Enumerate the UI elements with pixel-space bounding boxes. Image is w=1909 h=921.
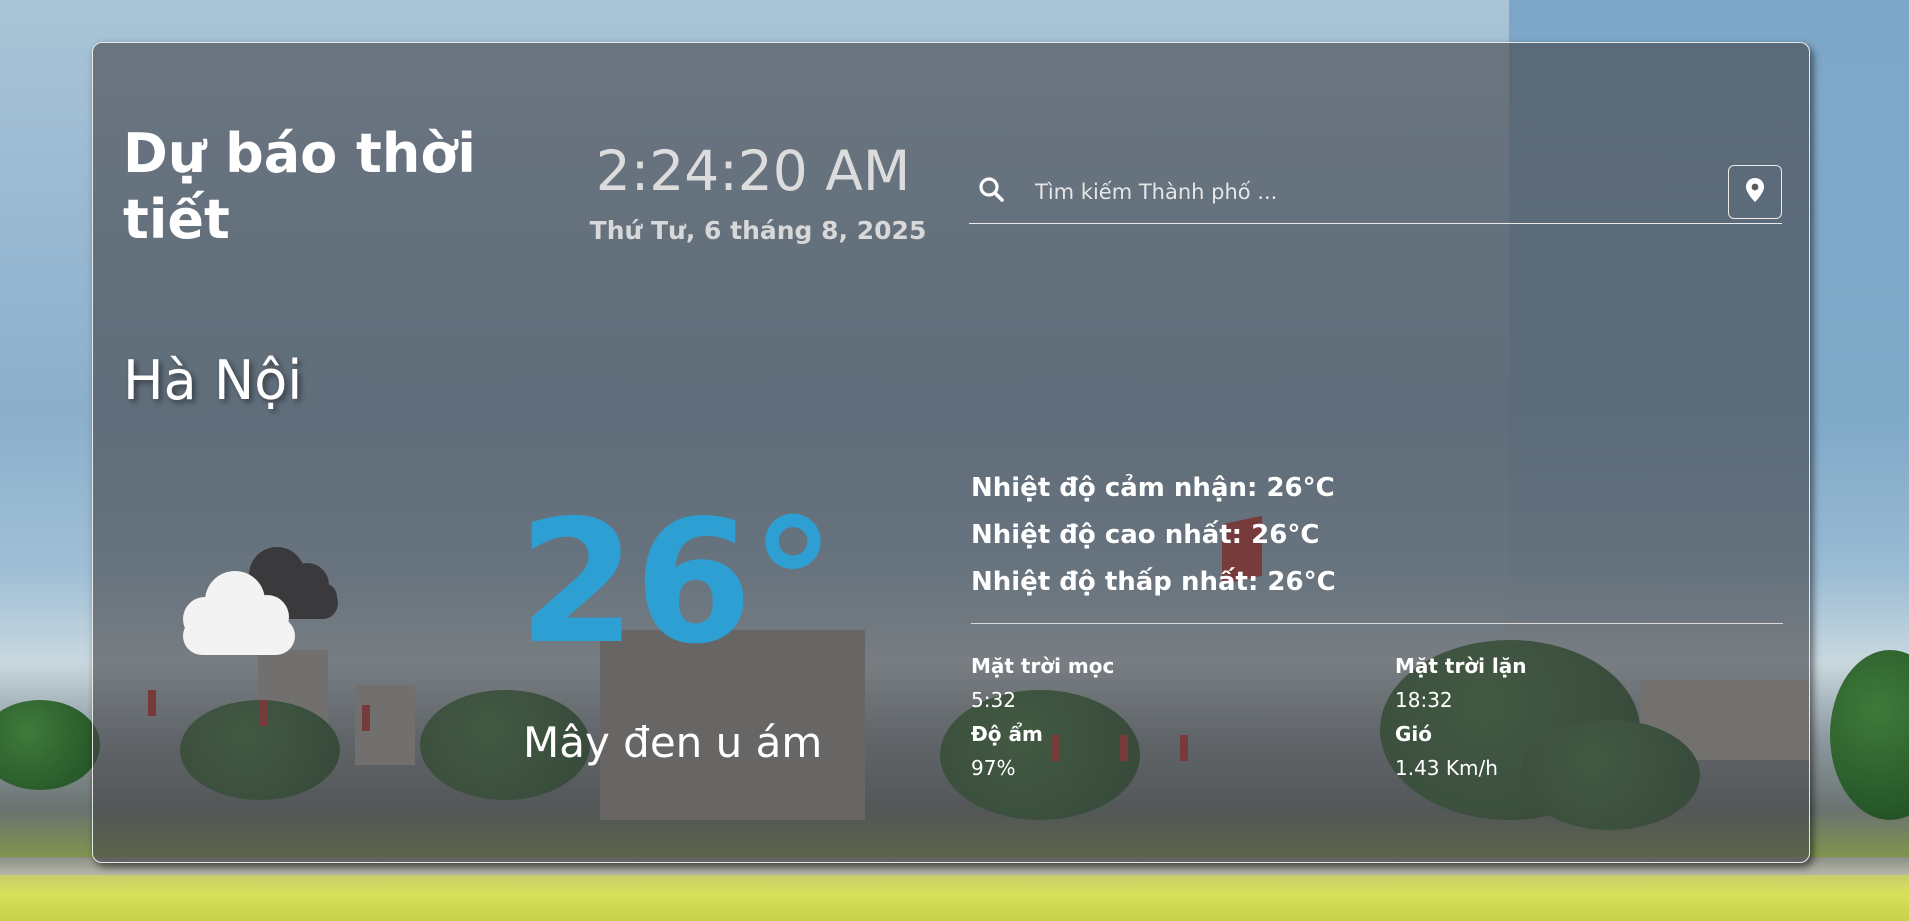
humidity-value: 97% bbox=[971, 756, 1016, 780]
current-time: 2:24:20 AM bbox=[595, 139, 911, 203]
app-title: Dự báo thời tiết bbox=[123, 122, 476, 251]
temperature-value: 26° bbox=[518, 484, 836, 682]
high-temp: Nhiệt độ cao nhất: 26°C bbox=[971, 520, 1320, 550]
search-bar bbox=[969, 165, 1782, 224]
cloud-icon bbox=[157, 523, 347, 658]
current-date: Thứ Tư, 6 tháng 8, 2025 bbox=[589, 216, 927, 245]
sunrise-value: 5:32 bbox=[971, 688, 1016, 712]
sunset-stat: Mặt trời lặn 18:32 bbox=[1395, 649, 1775, 717]
low-temp: Nhiệt độ thấp nhất: 26°C bbox=[971, 567, 1336, 597]
humidity-label: Độ ẩm bbox=[971, 722, 1043, 746]
sunrise-label: Mặt trời mọc bbox=[971, 654, 1115, 678]
search-input[interactable] bbox=[1033, 171, 1697, 213]
humidity-stat: Độ ẩm 97% bbox=[971, 717, 1351, 785]
sunrise-stat: Mặt trời mọc 5:32 bbox=[971, 649, 1351, 717]
temperature-details: Nhiệt độ cảm nhận: 26°C Nhiệt độ cao nhấ… bbox=[971, 465, 1783, 606]
feels-like-temp: Nhiệt độ cảm nhận: 26°C bbox=[971, 473, 1335, 503]
city-name: Hà Nội bbox=[123, 349, 303, 412]
wind-label: Gió bbox=[1395, 722, 1433, 746]
divider bbox=[971, 623, 1783, 624]
wind-stat: Gió 1.43 Km/h bbox=[1395, 717, 1775, 785]
sunset-value: 18:32 bbox=[1395, 688, 1453, 712]
location-button[interactable] bbox=[1728, 165, 1782, 219]
wind-value: 1.43 Km/h bbox=[1395, 756, 1498, 780]
weather-card: Dự báo thời tiết 2:24:20 AM Thứ Tư, 6 th… bbox=[92, 42, 1810, 863]
sunset-label: Mặt trời lặn bbox=[1395, 654, 1527, 678]
search-icon[interactable] bbox=[975, 173, 1009, 207]
map-pin-icon bbox=[1744, 177, 1766, 207]
weather-condition: Mây đen u ám bbox=[523, 718, 823, 767]
